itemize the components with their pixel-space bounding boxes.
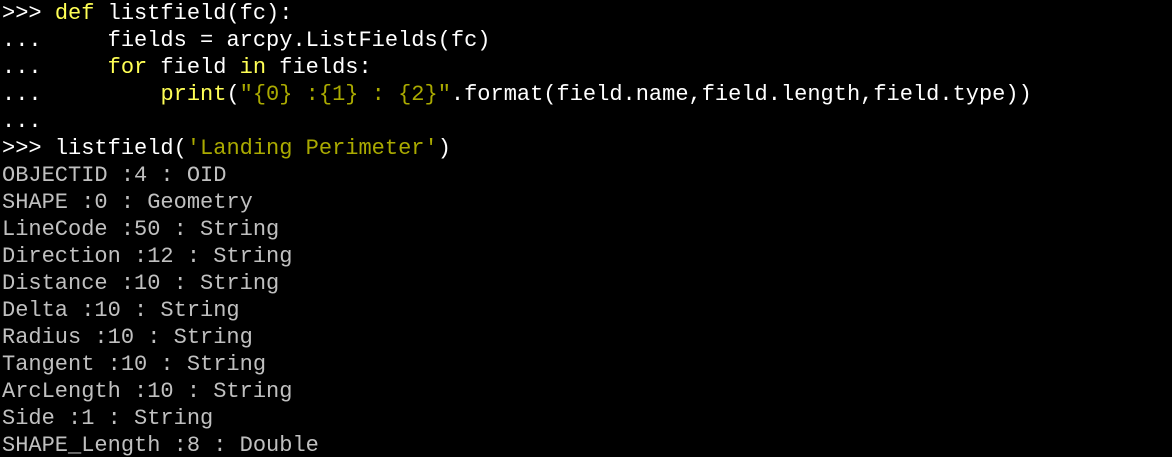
console-output-line: Distance :10 : String [0,270,1172,297]
console-output-line: Delta :10 : String [0,297,1172,324]
console-output-line: LineCode :50 : String [0,216,1172,243]
console-token-output: Tangent :10 : String [2,352,267,377]
console-output-line: SHAPE :0 : Geometry [0,189,1172,216]
console-token-output: Side :1 : String [2,406,214,431]
console-code-line: ... [0,108,1172,135]
console-token-prompt: field [147,55,240,80]
console-token-prompt: >>> [2,1,55,26]
console-token-prompt: fields: [266,55,372,80]
console-token-prompt: >>> [2,136,55,161]
console-code-line: ... print("{0} :{1} : {2}".format(field.… [0,81,1172,108]
console-output-line: Radius :10 : String [0,324,1172,351]
console-code-line: >>> listfield('Landing Perimeter') [0,135,1172,162]
console-output-line: SHAPE_Length :8 : Double [0,432,1172,457]
console-token-output: LineCode :50 : String [2,217,280,242]
console-token-output: ArcLength :10 : String [2,379,293,404]
console-token-output: SHAPE :0 : Geometry [2,190,253,215]
console-token-keyword: print [160,82,227,107]
console-output-line: OBJECTID :4 : OID [0,162,1172,189]
python-console[interactable]: >>> def listfield(fc):... fields = arcpy… [0,0,1172,457]
console-output-line: ArcLength :10 : String [0,378,1172,405]
console-code-line: ... fields = arcpy.ListFields(fc) [0,27,1172,54]
console-token-prompt: ... [2,28,108,53]
console-token-prompt: ... [2,55,108,80]
console-token-output: SHAPE_Length :8 : Double [2,433,319,457]
console-code-line: ... for field in fields: [0,54,1172,81]
console-token-keyword: for [107,55,148,80]
console-token-keyword: in [239,55,267,80]
console-token-string: 'Landing Perimeter' [186,136,438,161]
console-token-keyword: def [54,1,95,26]
console-output-line: Tangent :10 : String [0,351,1172,378]
console-token-prompt: ... [2,82,161,107]
console-token-output: OBJECTID :4 : OID [2,163,227,188]
console-token-prompt: ( [226,82,240,107]
console-token-output: Radius :10 : String [2,325,253,350]
console-token-prompt: .format(field.name,field.length,field.ty… [450,82,1032,107]
console-token-output: Delta :10 : String [2,298,240,323]
console-token-output: Distance :10 : String [2,271,280,296]
console-code-line: >>> def listfield(fc): [0,0,1172,27]
console-token-output: Direction :12 : String [2,244,293,269]
console-token-prompt: listfield( [54,136,187,161]
console-token-prompt: listfield(fc): [94,1,293,26]
console-token-prompt: ) [437,136,451,161]
console-token-string: "{0} :{1} : {2}" [239,82,451,107]
console-output-line: Side :1 : String [0,405,1172,432]
console-output-line: Direction :12 : String [0,243,1172,270]
console-token-prompt: ... [2,109,42,134]
console-token-prompt: fields = arcpy.ListFields(fc) [107,28,491,53]
